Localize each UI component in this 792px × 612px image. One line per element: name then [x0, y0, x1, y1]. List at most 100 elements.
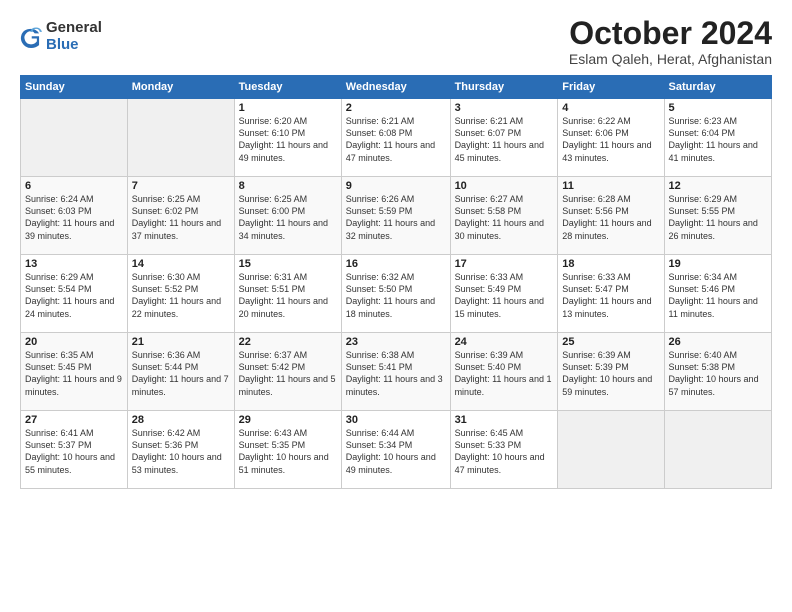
- day-detail: Sunrise: 6:20 AMSunset: 6:10 PMDaylight:…: [239, 115, 337, 164]
- day-detail: Sunrise: 6:26 AMSunset: 5:59 PMDaylight:…: [346, 193, 446, 242]
- day-detail: Sunrise: 6:27 AMSunset: 5:58 PMDaylight:…: [455, 193, 554, 242]
- logo-blue-text: Blue: [46, 37, 102, 54]
- day-number: 30: [346, 414, 446, 426]
- table-row: 15Sunrise: 6:31 AMSunset: 5:51 PMDayligh…: [234, 255, 341, 333]
- day-detail: Sunrise: 6:39 AMSunset: 5:39 PMDaylight:…: [562, 349, 659, 398]
- table-row: [21, 99, 128, 177]
- table-row: 13Sunrise: 6:29 AMSunset: 5:54 PMDayligh…: [21, 255, 128, 333]
- day-number: 28: [132, 414, 230, 426]
- day-detail: Sunrise: 6:35 AMSunset: 5:45 PMDaylight:…: [25, 349, 123, 398]
- table-row: 16Sunrise: 6:32 AMSunset: 5:50 PMDayligh…: [341, 255, 450, 333]
- table-row: 7Sunrise: 6:25 AMSunset: 6:02 PMDaylight…: [127, 177, 234, 255]
- day-detail: Sunrise: 6:25 AMSunset: 6:00 PMDaylight:…: [239, 193, 337, 242]
- table-row: 5Sunrise: 6:23 AMSunset: 6:04 PMDaylight…: [664, 99, 771, 177]
- day-number: 25: [562, 336, 659, 348]
- logo: General Blue: [20, 20, 102, 53]
- calendar-week-row: 20Sunrise: 6:35 AMSunset: 5:45 PMDayligh…: [21, 333, 772, 411]
- table-row: [558, 411, 664, 489]
- calendar-week-row: 13Sunrise: 6:29 AMSunset: 5:54 PMDayligh…: [21, 255, 772, 333]
- day-number: 13: [25, 258, 123, 270]
- day-number: 5: [669, 102, 767, 114]
- table-row: 31Sunrise: 6:45 AMSunset: 5:33 PMDayligh…: [450, 411, 558, 489]
- day-number: 15: [239, 258, 337, 270]
- header: General Blue October 2024 Eslam Qaleh, H…: [20, 16, 772, 67]
- table-row: 4Sunrise: 6:22 AMSunset: 6:06 PMDaylight…: [558, 99, 664, 177]
- table-row: 20Sunrise: 6:35 AMSunset: 5:45 PMDayligh…: [21, 333, 128, 411]
- day-number: 12: [669, 180, 767, 192]
- table-row: 29Sunrise: 6:43 AMSunset: 5:35 PMDayligh…: [234, 411, 341, 489]
- table-row: 25Sunrise: 6:39 AMSunset: 5:39 PMDayligh…: [558, 333, 664, 411]
- day-detail: Sunrise: 6:21 AMSunset: 6:07 PMDaylight:…: [455, 115, 554, 164]
- calendar: Sunday Monday Tuesday Wednesday Thursday…: [20, 75, 772, 489]
- table-row: 18Sunrise: 6:33 AMSunset: 5:47 PMDayligh…: [558, 255, 664, 333]
- day-number: 7: [132, 180, 230, 192]
- table-row: 2Sunrise: 6:21 AMSunset: 6:08 PMDaylight…: [341, 99, 450, 177]
- day-detail: Sunrise: 6:22 AMSunset: 6:06 PMDaylight:…: [562, 115, 659, 164]
- day-number: 2: [346, 102, 446, 114]
- table-row: 21Sunrise: 6:36 AMSunset: 5:44 PMDayligh…: [127, 333, 234, 411]
- day-detail: Sunrise: 6:44 AMSunset: 5:34 PMDaylight:…: [346, 427, 446, 476]
- day-number: 27: [25, 414, 123, 426]
- table-row: 3Sunrise: 6:21 AMSunset: 6:07 PMDaylight…: [450, 99, 558, 177]
- day-number: 23: [346, 336, 446, 348]
- location: Eslam Qaleh, Herat, Afghanistan: [569, 51, 772, 67]
- day-detail: Sunrise: 6:34 AMSunset: 5:46 PMDaylight:…: [669, 271, 767, 320]
- table-row: 22Sunrise: 6:37 AMSunset: 5:42 PMDayligh…: [234, 333, 341, 411]
- day-detail: Sunrise: 6:36 AMSunset: 5:44 PMDaylight:…: [132, 349, 230, 398]
- col-sunday: Sunday: [21, 76, 128, 99]
- month-title: October 2024: [569, 16, 772, 51]
- day-detail: Sunrise: 6:32 AMSunset: 5:50 PMDaylight:…: [346, 271, 446, 320]
- day-number: 26: [669, 336, 767, 348]
- day-detail: Sunrise: 6:24 AMSunset: 6:03 PMDaylight:…: [25, 193, 123, 242]
- col-tuesday: Tuesday: [234, 76, 341, 99]
- table-row: 24Sunrise: 6:39 AMSunset: 5:40 PMDayligh…: [450, 333, 558, 411]
- day-detail: Sunrise: 6:41 AMSunset: 5:37 PMDaylight:…: [25, 427, 123, 476]
- logo-general-text: General: [46, 20, 102, 37]
- table-row: 23Sunrise: 6:38 AMSunset: 5:41 PMDayligh…: [341, 333, 450, 411]
- table-row: 12Sunrise: 6:29 AMSunset: 5:55 PMDayligh…: [664, 177, 771, 255]
- day-detail: Sunrise: 6:38 AMSunset: 5:41 PMDaylight:…: [346, 349, 446, 398]
- day-number: 3: [455, 102, 554, 114]
- table-row: 10Sunrise: 6:27 AMSunset: 5:58 PMDayligh…: [450, 177, 558, 255]
- table-row: 19Sunrise: 6:34 AMSunset: 5:46 PMDayligh…: [664, 255, 771, 333]
- calendar-header-row: Sunday Monday Tuesday Wednesday Thursday…: [21, 76, 772, 99]
- col-monday: Monday: [127, 76, 234, 99]
- title-block: October 2024 Eslam Qaleh, Herat, Afghani…: [569, 16, 772, 67]
- day-detail: Sunrise: 6:30 AMSunset: 5:52 PMDaylight:…: [132, 271, 230, 320]
- day-number: 29: [239, 414, 337, 426]
- day-detail: Sunrise: 6:33 AMSunset: 5:47 PMDaylight:…: [562, 271, 659, 320]
- table-row: 27Sunrise: 6:41 AMSunset: 5:37 PMDayligh…: [21, 411, 128, 489]
- day-detail: Sunrise: 6:40 AMSunset: 5:38 PMDaylight:…: [669, 349, 767, 398]
- day-number: 4: [562, 102, 659, 114]
- day-number: 19: [669, 258, 767, 270]
- logo-text: General Blue: [46, 20, 102, 53]
- day-detail: Sunrise: 6:43 AMSunset: 5:35 PMDaylight:…: [239, 427, 337, 476]
- day-number: 10: [455, 180, 554, 192]
- table-row: 17Sunrise: 6:33 AMSunset: 5:49 PMDayligh…: [450, 255, 558, 333]
- table-row: 26Sunrise: 6:40 AMSunset: 5:38 PMDayligh…: [664, 333, 771, 411]
- table-row: 28Sunrise: 6:42 AMSunset: 5:36 PMDayligh…: [127, 411, 234, 489]
- logo-icon: [20, 26, 42, 48]
- day-detail: Sunrise: 6:29 AMSunset: 5:55 PMDaylight:…: [669, 193, 767, 242]
- col-thursday: Thursday: [450, 76, 558, 99]
- day-number: 31: [455, 414, 554, 426]
- day-detail: Sunrise: 6:29 AMSunset: 5:54 PMDaylight:…: [25, 271, 123, 320]
- day-number: 16: [346, 258, 446, 270]
- day-detail: Sunrise: 6:31 AMSunset: 5:51 PMDaylight:…: [239, 271, 337, 320]
- day-number: 22: [239, 336, 337, 348]
- day-detail: Sunrise: 6:37 AMSunset: 5:42 PMDaylight:…: [239, 349, 337, 398]
- day-detail: Sunrise: 6:45 AMSunset: 5:33 PMDaylight:…: [455, 427, 554, 476]
- col-wednesday: Wednesday: [341, 76, 450, 99]
- day-number: 1: [239, 102, 337, 114]
- day-number: 18: [562, 258, 659, 270]
- day-detail: Sunrise: 6:42 AMSunset: 5:36 PMDaylight:…: [132, 427, 230, 476]
- table-row: 8Sunrise: 6:25 AMSunset: 6:00 PMDaylight…: [234, 177, 341, 255]
- day-detail: Sunrise: 6:39 AMSunset: 5:40 PMDaylight:…: [455, 349, 554, 398]
- table-row: [127, 99, 234, 177]
- day-number: 9: [346, 180, 446, 192]
- col-friday: Friday: [558, 76, 664, 99]
- day-detail: Sunrise: 6:33 AMSunset: 5:49 PMDaylight:…: [455, 271, 554, 320]
- day-number: 17: [455, 258, 554, 270]
- calendar-week-row: 27Sunrise: 6:41 AMSunset: 5:37 PMDayligh…: [21, 411, 772, 489]
- page: General Blue October 2024 Eslam Qaleh, H…: [0, 0, 792, 612]
